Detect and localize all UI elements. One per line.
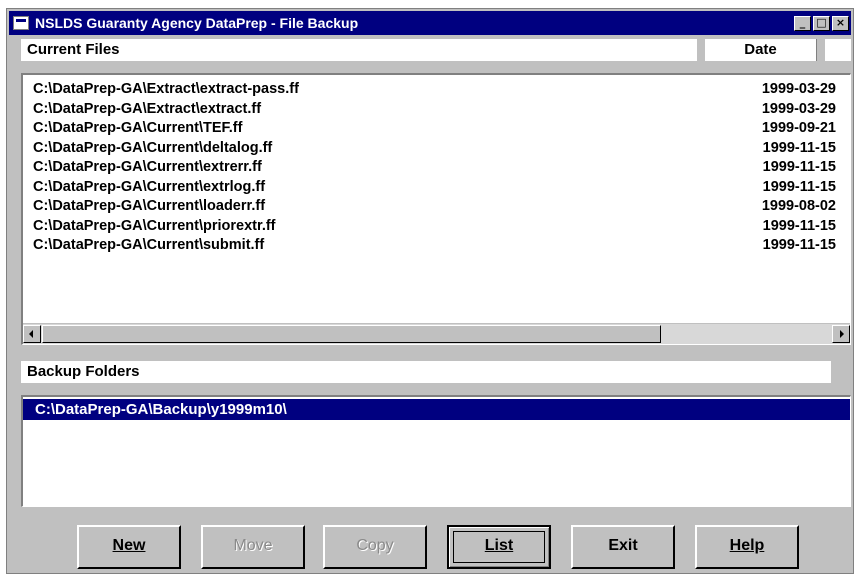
date-column-header[interactable]: Date bbox=[705, 39, 817, 61]
current-files-header: Current Files bbox=[21, 39, 697, 61]
file-path: C:\DataPrep-GA\Current\submit.ff bbox=[33, 237, 265, 253]
window-title: NSLDS Guaranty Agency DataPrep - File Ba… bbox=[35, 15, 359, 31]
file-backup-window: NSLDS Guaranty Agency DataPrep - File Ba… bbox=[6, 8, 854, 574]
exit-label: Exit bbox=[608, 537, 638, 554]
file-row[interactable]: C:\DataPrep-GA\Current\extrerr.ff 1999-11… bbox=[33, 159, 836, 178]
file-row[interactable]: C:\DataPrep-GA\Current\submit.ff 1999-11-… bbox=[33, 237, 836, 256]
minimize-button[interactable]: _ bbox=[794, 15, 811, 31]
horizontal-scrollbar[interactable] bbox=[23, 323, 850, 344]
file-date: 1999-03-29 bbox=[761, 100, 836, 117]
file-row[interactable]: C:\DataPrep-GA\Current\deltalog.ff 1999-1… bbox=[33, 140, 836, 159]
file-row[interactable]: C:\DataPrep-GA\Current\priorextr.ff 1999-… bbox=[33, 218, 836, 237]
current-files-list[interactable]: C:\DataPrep-GA\Extract\extract-pass.ff 19… bbox=[21, 73, 851, 345]
help-button[interactable]: Help bbox=[695, 525, 799, 569]
file-date: 1999-11-15 bbox=[762, 217, 836, 234]
file-row[interactable]: C:\DataPrep-GA\Current\loaderr.ff 1999-08… bbox=[33, 198, 836, 217]
file-row[interactable]: C:\DataPrep-GA\Current\extrlog.ff 1999-11… bbox=[33, 179, 836, 198]
header-spacer bbox=[825, 39, 851, 61]
scroll-thumb[interactable] bbox=[42, 325, 661, 343]
backup-folder-item-selected[interactable]: C:\DataPrep-GA\Backup\y1999m10\ bbox=[23, 399, 850, 420]
backup-folders-list[interactable]: C:\DataPrep-GA\Backup\y1999m10\ bbox=[21, 395, 851, 507]
file-path: C:\DataPrep-GA\Current\extrlog.ff bbox=[33, 178, 266, 195]
exit-button[interactable]: Exit bbox=[571, 525, 675, 569]
file-path: C:\DataPrep-GA\Extract\extract-pass.ff bbox=[33, 81, 299, 97]
new-label: New bbox=[112, 537, 146, 554]
file-path: C:\DataPrep-GA\Current\TEF.ff bbox=[33, 120, 243, 136]
list-button[interactable]: List bbox=[447, 525, 551, 569]
file-date: 1999-03-29 bbox=[761, 81, 836, 97]
file-path: C:\DataPrep-GA\Extract\extract.ff bbox=[33, 100, 262, 117]
file-row[interactable]: C:\DataPrep-GA\Current\TEF.ff 1999-09-21 bbox=[33, 120, 836, 139]
left-arrow-icon bbox=[29, 330, 33, 338]
maximize-button[interactable]: □ bbox=[813, 15, 830, 31]
file-date: 1999-11-15 bbox=[762, 237, 836, 253]
file-date: 1999-11-15 bbox=[762, 139, 836, 156]
file-date: 1999-09-21 bbox=[761, 120, 836, 136]
app-icon bbox=[13, 16, 29, 30]
file-date: 1999-11-15 bbox=[762, 178, 836, 195]
right-arrow-icon bbox=[840, 330, 844, 338]
close-button[interactable]: × bbox=[832, 15, 849, 31]
move-label: Move bbox=[233, 537, 273, 554]
copy-button[interactable]: Copy bbox=[323, 525, 427, 569]
list-label: List bbox=[484, 537, 514, 554]
title-bar[interactable]: NSLDS Guaranty Agency DataPrep - File Ba… bbox=[9, 11, 851, 35]
file-path: C:\DataPrep-GA\Current\loaderr.ff bbox=[33, 198, 266, 214]
file-row[interactable]: C:\DataPrep-GA\Extract\extract-pass.ff 19… bbox=[33, 81, 836, 100]
copy-label: Copy bbox=[356, 537, 394, 554]
file-date: 1999-11-15 bbox=[762, 159, 836, 175]
file-path: C:\DataPrep-GA\Current\priorextr.ff bbox=[33, 217, 276, 234]
scroll-left-button[interactable] bbox=[23, 325, 41, 343]
help-label: Help bbox=[729, 537, 765, 554]
file-row[interactable]: C:\DataPrep-GA\Extract\extract.ff 1999-03… bbox=[33, 101, 836, 120]
file-path: C:\DataPrep-GA\Current\deltalog.ff bbox=[33, 139, 273, 156]
backup-folders-header: Backup Folders bbox=[21, 361, 831, 383]
new-button[interactable]: New bbox=[77, 525, 181, 569]
move-button[interactable]: Move bbox=[201, 525, 305, 569]
file-date: 1999-08-02 bbox=[761, 198, 836, 214]
file-path: C:\DataPrep-GA\Current\extrerr.ff bbox=[33, 159, 262, 175]
scroll-right-button[interactable] bbox=[832, 325, 850, 343]
